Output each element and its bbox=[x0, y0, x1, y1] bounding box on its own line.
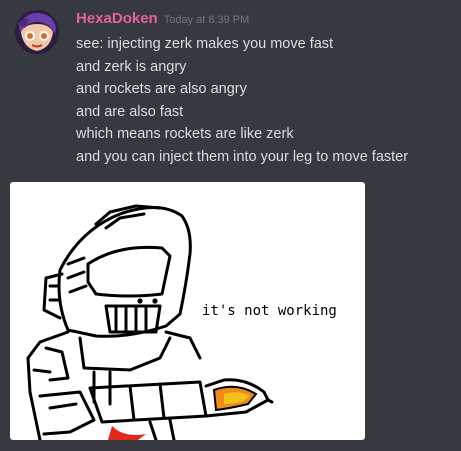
message-line: and you can inject them into your leg to… bbox=[76, 148, 409, 165]
doodle-caption: it's not working bbox=[202, 303, 337, 319]
message-line: see: injecting zerk makes you move fast bbox=[76, 36, 334, 52]
message-line: which means rockets are like zerk bbox=[76, 126, 294, 142]
image-attachment[interactable]: it's not working bbox=[10, 182, 365, 440]
timestamp[interactable]: Today at 8:39 PM bbox=[164, 14, 250, 26]
message-content: see: injecting zerk makes you move fast … bbox=[76, 33, 456, 168]
message-line: and zerk is angry bbox=[76, 58, 187, 75]
chat-message: HexaDoken Today at 8:39 PM see: injecting… bbox=[0, 0, 461, 451]
message-line: and are also fast bbox=[76, 103, 184, 120]
message-line: and rockets are also angry bbox=[76, 81, 247, 97]
message-header: HexaDoken Today at 8:39 PM bbox=[76, 10, 249, 30]
username[interactable]: HexaDoken bbox=[76, 10, 158, 27]
user-avatar[interactable] bbox=[15, 10, 59, 54]
